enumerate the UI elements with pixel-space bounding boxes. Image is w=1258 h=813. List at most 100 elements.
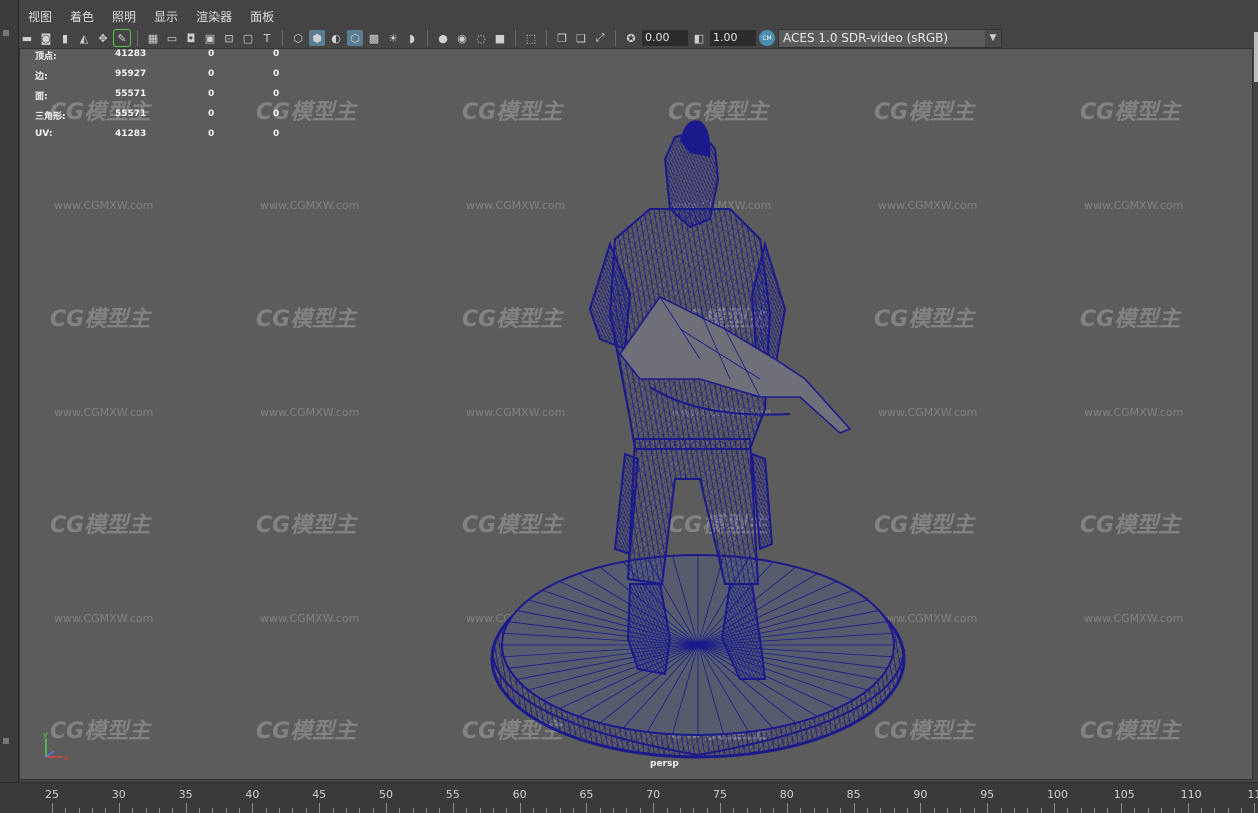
timeline-frame-label: 25	[45, 788, 59, 801]
hud-label: 三角形:	[35, 112, 66, 122]
timeline-tick	[1094, 808, 1096, 813]
right-scrollbar[interactable]	[1254, 32, 1258, 82]
base-pedestal	[490, 554, 906, 759]
gamma-icon[interactable]: ◧	[691, 30, 707, 46]
camera-select-icon[interactable]: ▬	[19, 30, 35, 46]
resolution-gate-icon[interactable]: ◘	[183, 30, 199, 46]
timeline-frame-label: 110	[1180, 788, 1202, 801]
timeline-tick	[1200, 808, 1202, 813]
depth-of-field-icon[interactable]: ■	[492, 30, 508, 46]
timeline-tick	[773, 808, 775, 813]
grid-icon[interactable]: ▦	[145, 30, 161, 46]
hud-value: 0	[273, 49, 280, 59]
timeline-tick	[1000, 808, 1002, 813]
character-wireframe-model[interactable]	[460, 79, 940, 779]
timeline-tick	[1227, 808, 1229, 813]
timeline-tick	[907, 808, 909, 813]
default-material-icon[interactable]: ◐	[328, 30, 344, 46]
timeline-tick	[1080, 808, 1082, 813]
timeline-frame-label: 50	[379, 788, 393, 801]
gate-mask-icon[interactable]: ▣	[202, 30, 218, 46]
textured-icon[interactable]: ▩	[366, 30, 382, 46]
two-d-pan-icon[interactable]: ✥	[95, 30, 111, 46]
timeline-frame-label: 60	[512, 788, 527, 801]
menu-view[interactable]: 视图	[19, 8, 61, 25]
timeline-tick	[92, 808, 94, 813]
timeline-tick	[746, 808, 748, 813]
axis-label-y: y	[43, 730, 48, 739]
timeline-tick	[198, 808, 200, 813]
collapse-handle[interactable]	[3, 30, 9, 36]
timeline-frame-label: 80	[779, 788, 794, 801]
film-gate-icon[interactable]: ▭	[164, 30, 180, 46]
image-plane-icon[interactable]: ◭	[76, 30, 92, 46]
timeline-tick	[506, 808, 508, 813]
camera-attributes-icon[interactable]: ◙	[38, 30, 54, 46]
timeline-tick	[1147, 808, 1149, 813]
timeline-tick	[426, 808, 428, 813]
timeline-tick	[666, 808, 668, 813]
timeline-tick	[706, 808, 708, 813]
timeline-tick	[973, 808, 975, 813]
watermark-url: www.CGMXW.com	[1084, 612, 1184, 625]
timeline-tick	[212, 808, 214, 813]
field-chart-icon[interactable]: ⊡	[221, 30, 237, 46]
xray-components-icon[interactable]: ⤢	[592, 30, 608, 46]
exposure-icon[interactable]: ✪	[623, 30, 639, 46]
timeline-tick	[105, 808, 107, 813]
menu-renderer[interactable]: 渲染器	[187, 8, 241, 25]
menu-shading[interactable]: 着色	[61, 8, 103, 25]
anti-aliasing-icon[interactable]: ◌	[473, 30, 489, 46]
smooth-shading-icon[interactable]: ⬢	[309, 30, 325, 46]
gamma-field[interactable]: 1.00	[710, 30, 756, 46]
color-space-dropdown[interactable]: ACES 1.0 SDR-video (sRGB) ▼	[778, 28, 1002, 48]
timeline-tick	[279, 808, 281, 813]
hud-value: 55571	[115, 109, 147, 119]
hud-row-triangles: 三角形: 55571 0 0	[35, 109, 305, 129]
timeline-tick	[1174, 808, 1176, 813]
watermark-logo: CG模型主	[1080, 513, 1181, 538]
shadows-icon[interactable]: ◗	[404, 30, 420, 46]
menu-show[interactable]: 显示	[145, 8, 187, 25]
ambient-occlusion-icon[interactable]: ●	[435, 30, 451, 46]
menu-panels[interactable]: 面板	[241, 8, 283, 25]
color-management-icon[interactable]: CM	[759, 30, 775, 46]
scroll-arrow[interactable]	[3, 738, 9, 744]
wireframe-shading-icon[interactable]: ⬡	[290, 30, 306, 46]
timeline-tick	[960, 808, 962, 813]
timeline-tick	[626, 808, 628, 813]
exposure-field[interactable]: 0.00	[642, 30, 688, 46]
watermark-logo: CG模型主	[50, 307, 151, 332]
grease-pencil-icon[interactable]: ✎	[113, 29, 131, 47]
bookmark-icon[interactable]: ▮	[57, 30, 73, 46]
timeline-tick	[893, 808, 895, 813]
hud-value: 0	[273, 69, 280, 79]
watermark-url: www.CGMXW.com	[1084, 406, 1184, 419]
hud-row-edges: 边: 95927 0 0	[35, 69, 305, 89]
timeline-tick	[65, 808, 67, 813]
viewport-toolbar: ▬ ◙ ▮ ◭ ✥ ✎ ▦ ▭ ◘ ▣ ⊡ ▢ T ⬡ ⬢ ◐ ⬡ ▩ ☀ ◗ …	[19, 28, 1258, 48]
menu-lighting[interactable]: 照明	[103, 8, 145, 25]
motion-blur-icon[interactable]: ◉	[454, 30, 470, 46]
timeline-tick	[800, 808, 802, 813]
hud-value: 41283	[115, 49, 147, 59]
watermark-logo: CG模型主	[1080, 307, 1181, 332]
wireframe-on-shaded-icon[interactable]: ⬡	[347, 30, 363, 46]
safe-action-icon[interactable]: ▢	[240, 30, 256, 46]
xray-joints-icon[interactable]: ❏	[573, 30, 589, 46]
timeline-tick	[546, 808, 548, 813]
3d-viewport[interactable]: CG模型主 www.CGMXW.com CG模型主 www.CGMXW.com CG模型…	[19, 48, 1253, 780]
timeline-tick	[947, 808, 949, 813]
hud-value: 41283	[115, 129, 147, 139]
isolate-select-icon[interactable]: ⬚	[523, 30, 539, 46]
watermark-url: www.CGMXW.com	[54, 199, 154, 212]
timeline-tick	[1241, 808, 1243, 813]
lighting-icon[interactable]: ☀	[385, 30, 401, 46]
timeline-tick	[613, 808, 615, 813]
poly-count-hud: 顶点: 41283 0 0 边: 95927 0 0 面: 55571 0 0 …	[35, 49, 305, 149]
xray-icon[interactable]: ❐	[554, 30, 570, 46]
time-slider[interactable]: 25 30 35 40 45 50 55 60 65 70 75 80 85 90 95 100 105 110 1…	[0, 782, 1258, 813]
safe-title-icon[interactable]: T	[259, 30, 275, 46]
timeline-tick	[466, 808, 468, 813]
timeline-tick	[345, 808, 347, 813]
